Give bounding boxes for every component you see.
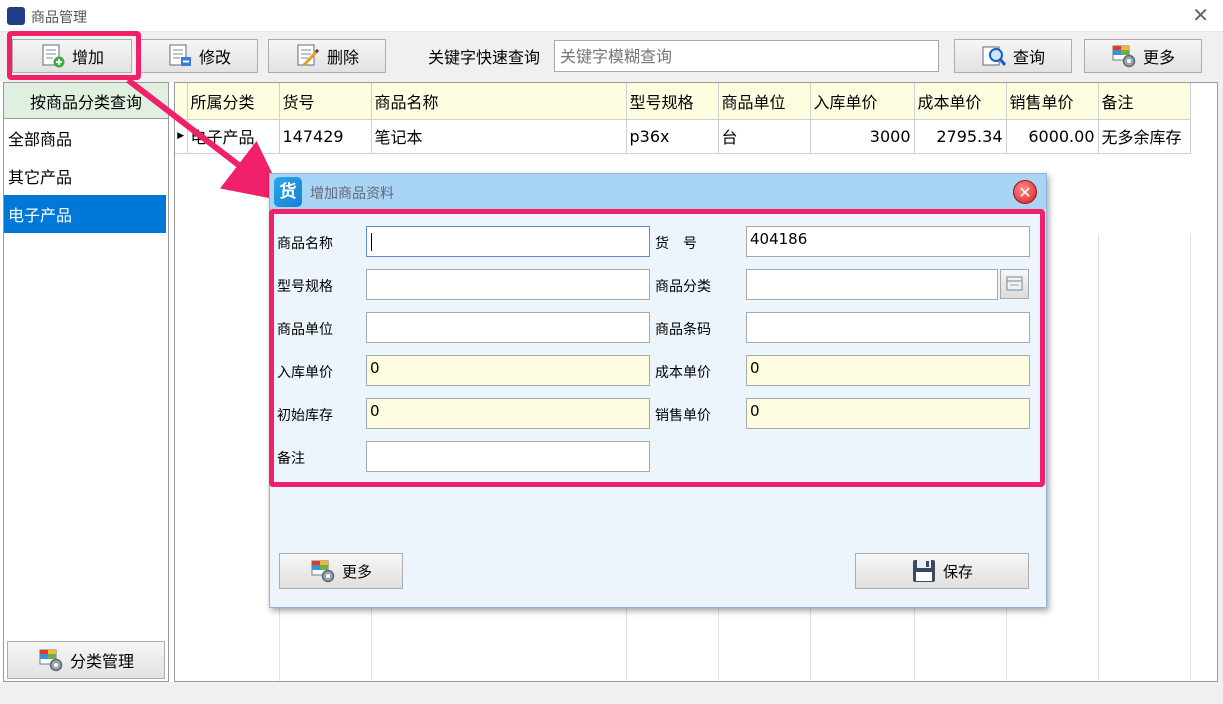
column-header[interactable]: 销售单价 xyxy=(1006,83,1099,120)
column-header[interactable]: 入库单价 xyxy=(810,83,915,120)
category-field[interactable] xyxy=(746,269,998,300)
in-price-label: 入库单价 xyxy=(277,365,333,381)
save-button-label: 保存 xyxy=(942,562,973,581)
table-cell[interactable]: 无多余库存 xyxy=(1098,119,1191,154)
dialog-title: 增加商品资料 xyxy=(310,186,394,202)
item-code-value: 404186 xyxy=(750,230,808,248)
item-code-field[interactable]: 404186 xyxy=(746,226,1030,257)
column-header[interactable]: 商品名称 xyxy=(371,83,627,120)
in-price-field[interactable]: 0 xyxy=(366,355,650,386)
note-label: 备注 xyxy=(277,451,305,467)
list-picker-icon xyxy=(1006,276,1023,291)
save-disk-icon xyxy=(912,560,935,582)
more-button-label: 更多 xyxy=(1142,48,1175,67)
save-button[interactable]: 保存 xyxy=(855,553,1029,589)
add-button[interactable]: 增加 xyxy=(12,39,132,73)
category-manage-button[interactable]: 分类管理 xyxy=(7,641,165,679)
category-sidebar: 按商品分类查询 全部商品 其它产品 电子产品 分类管理 xyxy=(3,82,169,682)
add-product-dialog: 货 增加商品资料 ✕ 商品名称 货 号 404186 型号规格 商品分类 商品单… xyxy=(269,173,1047,608)
grid-corner xyxy=(175,83,188,120)
barcode-label: 商品条码 xyxy=(655,322,711,338)
note-field[interactable] xyxy=(366,441,650,472)
spec-label: 型号规格 xyxy=(277,279,333,295)
table-cell[interactable]: 6000.00 xyxy=(1006,119,1099,154)
sidebar-item-all-products[interactable]: 全部商品 xyxy=(4,119,166,157)
edit-document-icon xyxy=(169,44,191,66)
product-name-field[interactable] xyxy=(366,226,650,257)
dialog-title-bar: 货 增加商品资料 ✕ xyxy=(270,174,1046,210)
dialog-more-button[interactable]: 更多 xyxy=(279,553,403,589)
status-strip xyxy=(0,682,1223,704)
category-label: 商品分类 xyxy=(655,279,711,295)
goods-icon: 货 xyxy=(274,177,302,207)
toolbar: 增加 修改 删除 关键字快速查询 查询 xyxy=(0,32,1223,82)
cost-price-value: 0 xyxy=(750,359,760,377)
grid-header-row: 所属分类 货号 商品名称 型号规格 商品单位 入库单价 成本单价 销售单价 备注 xyxy=(175,83,1191,120)
sale-price-field[interactable]: 0 xyxy=(746,398,1030,429)
spec-field[interactable] xyxy=(366,269,650,300)
column-header[interactable]: 型号规格 xyxy=(626,83,719,120)
column-header[interactable]: 所属分类 xyxy=(187,83,280,120)
cost-price-field[interactable]: 0 xyxy=(746,355,1030,386)
unit-label: 商品单位 xyxy=(277,322,333,338)
pencil-document-icon xyxy=(297,44,320,67)
sidebar-header: 按商品分类查询 xyxy=(4,83,168,119)
table-cell[interactable]: 电子产品 xyxy=(187,119,280,154)
dialog-more-label: 更多 xyxy=(341,562,372,581)
sale-price-label: 销售单价 xyxy=(655,408,711,424)
row-pointer-icon: ▶ xyxy=(175,119,188,154)
title-bar: 商品管理 ✕ xyxy=(0,0,1223,32)
category-picker-button[interactable] xyxy=(1000,269,1029,299)
column-header[interactable]: 商品单位 xyxy=(718,83,811,120)
sidebar-item-other-products[interactable]: 其它产品 xyxy=(4,157,166,195)
table-cell[interactable]: 3000 xyxy=(810,119,915,154)
dialog-close-button[interactable]: ✕ xyxy=(1013,180,1037,204)
text-caret xyxy=(371,233,372,251)
product-name-label: 商品名称 xyxy=(277,236,333,252)
table-cell[interactable]: 2795.34 xyxy=(914,119,1007,154)
table-row[interactable]: ▶ 电子产品 147429 笔记本 p36x 台 3000 2795.34 60… xyxy=(175,119,1191,154)
column-header[interactable]: 货号 xyxy=(279,83,372,120)
grid-divider xyxy=(1098,234,1099,681)
table-gear-icon xyxy=(1112,45,1136,68)
sidebar-item-electronics[interactable]: 电子产品 xyxy=(4,195,166,233)
more-button[interactable]: 更多 xyxy=(1084,39,1202,73)
table-gear-icon xyxy=(311,560,335,583)
add-document-icon xyxy=(42,44,65,68)
query-button[interactable]: 查询 xyxy=(954,39,1072,73)
delete-button[interactable]: 删除 xyxy=(268,39,386,73)
edit-button-label: 修改 xyxy=(198,48,231,67)
barcode-field[interactable] xyxy=(746,312,1030,343)
table-cell[interactable]: p36x xyxy=(626,119,719,154)
delete-button-label: 删除 xyxy=(326,48,359,67)
search-icon xyxy=(982,46,1007,66)
add-button-label: 增加 xyxy=(71,48,104,67)
in-price-value: 0 xyxy=(370,359,380,377)
window-edge xyxy=(1218,82,1223,682)
app-icon xyxy=(7,7,25,25)
keyword-search-label: 关键字快速查询 xyxy=(428,48,541,67)
table-cell[interactable]: 笔记本 xyxy=(371,119,627,154)
item-code-label: 货 号 xyxy=(655,236,697,252)
column-header[interactable]: 成本单价 xyxy=(914,83,1007,120)
table-cell[interactable]: 147429 xyxy=(279,119,372,154)
column-header[interactable]: 备注 xyxy=(1098,83,1191,120)
sale-price-value: 0 xyxy=(750,402,760,420)
keyword-search-input[interactable] xyxy=(554,40,939,72)
initial-stock-label: 初始库存 xyxy=(277,408,333,424)
edit-button[interactable]: 修改 xyxy=(140,39,258,73)
unit-field[interactable] xyxy=(366,312,650,343)
category-manage-label: 分类管理 xyxy=(69,652,134,671)
table-cell[interactable]: 台 xyxy=(718,119,811,154)
window-close-button[interactable]: ✕ xyxy=(1192,4,1209,26)
window-title: 商品管理 xyxy=(31,10,87,26)
table-gear-icon xyxy=(39,649,63,672)
query-button-label: 查询 xyxy=(1012,48,1045,67)
grid-divider xyxy=(1190,234,1191,681)
initial-stock-field[interactable]: 0 xyxy=(366,398,650,429)
initial-stock-value: 0 xyxy=(370,402,380,420)
cost-price-label: 成本单价 xyxy=(655,365,711,381)
